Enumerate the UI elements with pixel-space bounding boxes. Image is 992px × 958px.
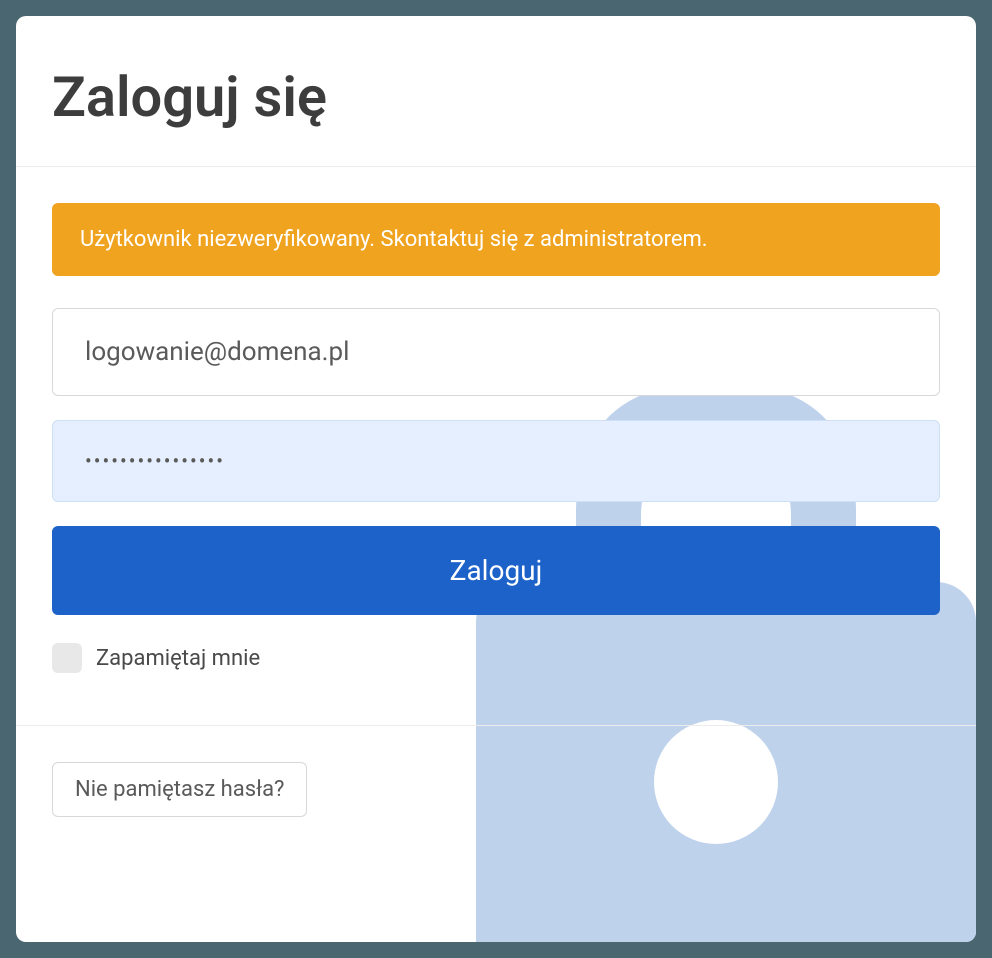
footer-section: Nie pamiętasz hasła? [16,725,976,853]
remember-checkbox[interactable] [52,643,82,673]
password-field[interactable] [52,420,940,502]
form-section: Użytkownik niezweryfikowany. Skontaktuj … [16,167,976,725]
header-section: Zaloguj się [16,16,976,167]
page-title: Zaloguj się [52,64,940,130]
login-card: Zaloguj się Użytkownik niezweryfikowany.… [16,16,976,942]
email-field[interactable] [52,308,940,396]
forgot-password-button[interactable]: Nie pamiętasz hasła? [52,762,307,817]
remember-row: Zapamiętaj mnie [52,639,940,677]
login-button[interactable]: Zaloguj [52,526,940,615]
remember-label[interactable]: Zapamiętaj mnie [96,646,260,671]
alert-warning: Użytkownik niezweryfikowany. Skontaktuj … [52,203,940,276]
